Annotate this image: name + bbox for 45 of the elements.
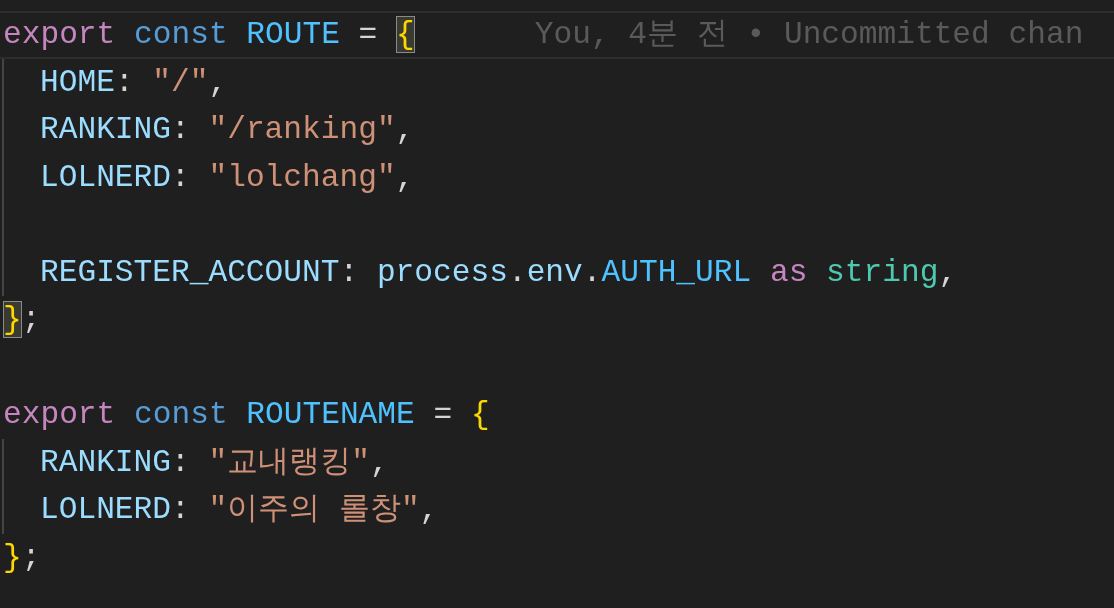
punctuation: :: [171, 491, 190, 529]
keyword: export: [3, 396, 116, 434]
keyword: as: [769, 253, 808, 291]
keyword: const: [134, 396, 228, 434]
punctuation: ,: [419, 491, 439, 529]
punctuation: ;: [21, 301, 41, 339]
property-name: LOLNERD: [40, 491, 171, 529]
punctuation: :: [171, 158, 190, 196]
string-literal: "이주의 롤창": [208, 491, 420, 529]
punctuation: ;: [21, 538, 41, 576]
keyword: const: [134, 16, 228, 54]
punctuation: ,: [369, 443, 389, 481]
property-name: REGISTER_ACCOUNT: [40, 253, 340, 291]
brace: {: [396, 16, 415, 54]
operator: =: [358, 16, 378, 54]
constant-name: ROUTE: [246, 16, 340, 54]
keyword: export: [3, 16, 116, 54]
punctuation: .: [507, 253, 527, 291]
variable-name: process: [376, 253, 508, 291]
string-literal: "교내랭킹": [208, 443, 370, 481]
punctuation: ,: [395, 158, 415, 196]
property-name: LOLNERD: [40, 158, 171, 196]
string-literal: "/": [152, 63, 209, 101]
brace: {: [470, 396, 490, 434]
operator: =: [433, 396, 453, 434]
property-name: RANKING: [40, 443, 171, 481]
type-name: string: [826, 253, 939, 291]
brace: }: [3, 301, 22, 339]
blame-annotation: You, 4분 전 • Uncommitted chan: [534, 16, 1084, 54]
punctuation: .: [582, 253, 602, 291]
brace: }: [3, 538, 22, 576]
punctuation: :: [114, 63, 134, 101]
string-literal: "/ranking": [208, 111, 396, 149]
constant-name: ROUTENAME: [246, 396, 415, 434]
punctuation: ,: [938, 253, 958, 291]
punctuation: :: [339, 253, 359, 291]
punctuation: :: [171, 111, 190, 149]
punctuation: ,: [395, 111, 415, 149]
variable-name: env: [526, 253, 583, 291]
punctuation: ,: [208, 63, 228, 101]
property-name: HOME: [40, 63, 115, 101]
constant-name: AUTH_URL: [601, 253, 752, 291]
property-name: RANKING: [40, 111, 171, 149]
punctuation: :: [171, 443, 190, 481]
string-literal: "lolchang": [208, 158, 396, 196]
